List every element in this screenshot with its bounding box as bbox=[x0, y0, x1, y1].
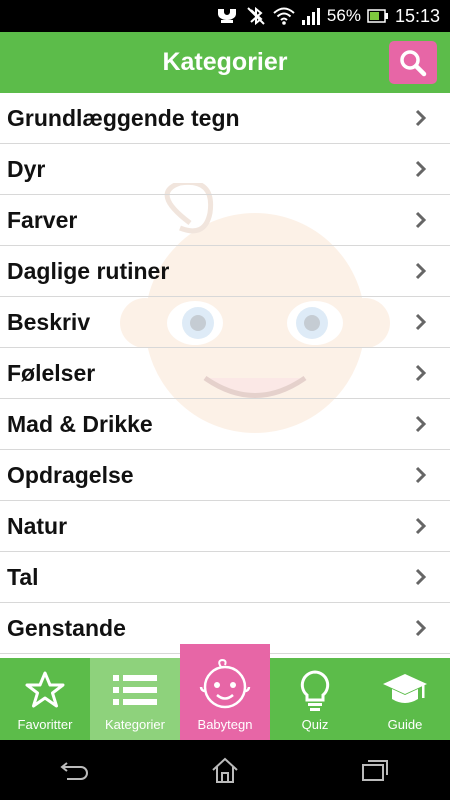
category-list: Grundlæggende tegn Dyr Farver Daglige rutin… bbox=[0, 93, 450, 658]
category-row[interactable]: Grundlæggende tegn bbox=[0, 93, 450, 144]
chevron-right-icon bbox=[415, 313, 427, 331]
lightbulb-icon bbox=[300, 670, 330, 711]
category-row[interactable]: Daglige rutiner bbox=[0, 246, 450, 297]
tab-babytegn[interactable]: Babytegn bbox=[180, 644, 270, 740]
category-label: Genstande bbox=[7, 614, 126, 641]
tab-favoritter[interactable]: Favoritter bbox=[0, 658, 90, 740]
notification-icon bbox=[215, 6, 239, 26]
category-row[interactable]: Tal bbox=[0, 552, 450, 603]
category-label: Natur bbox=[7, 512, 68, 539]
category-row[interactable]: Mad & Drikke bbox=[0, 399, 450, 450]
chevron-right-icon bbox=[415, 364, 427, 382]
tab-label: Quiz bbox=[301, 717, 329, 732]
chevron-right-icon bbox=[415, 619, 427, 637]
battery-icon bbox=[367, 9, 389, 23]
category-label: Grundlæggende tegn bbox=[7, 104, 240, 131]
search-icon bbox=[400, 49, 427, 76]
signal-icon bbox=[301, 7, 321, 25]
battery-percent: 56% bbox=[326, 6, 361, 25]
tab-quiz[interactable]: Quiz bbox=[270, 658, 360, 740]
clock: 15:13 bbox=[394, 5, 440, 26]
chevron-right-icon bbox=[415, 109, 427, 127]
back-button[interactable] bbox=[45, 750, 105, 790]
home-button[interactable] bbox=[195, 750, 255, 790]
recent-apps-button[interactable] bbox=[345, 750, 405, 790]
graduation-cap-icon bbox=[383, 674, 427, 703]
category-label: Dyr bbox=[7, 155, 46, 182]
chevron-right-icon bbox=[415, 160, 427, 178]
chevron-right-icon bbox=[415, 211, 427, 229]
category-row[interactable]: Dyr bbox=[0, 144, 450, 195]
list-icon bbox=[113, 675, 157, 705]
category-label: Tal bbox=[7, 563, 39, 590]
tab-guide[interactable]: Guide bbox=[360, 658, 450, 740]
category-row[interactable]: Beskriv bbox=[0, 297, 450, 348]
category-label: Daglige rutiner bbox=[7, 257, 170, 284]
category-label: Følelser bbox=[7, 359, 96, 386]
recent-apps-icon bbox=[362, 760, 388, 781]
page-title: Kategorier bbox=[162, 48, 288, 76]
chevron-right-icon bbox=[415, 466, 427, 484]
category-row[interactable]: Farver bbox=[0, 195, 450, 246]
category-label: Farver bbox=[7, 206, 78, 233]
category-row[interactable]: Natur bbox=[0, 501, 450, 552]
star-icon bbox=[25, 671, 65, 708]
bluetooth-off-icon bbox=[245, 5, 267, 27]
tab-bar: Favoritter Kategorier Babytegn Quiz Guid… bbox=[0, 644, 450, 740]
category-row[interactable]: Følelser bbox=[0, 348, 450, 399]
search-button[interactable] bbox=[389, 41, 437, 84]
home-icon bbox=[212, 757, 238, 783]
chevron-right-icon bbox=[415, 262, 427, 280]
tab-label: Babytegn bbox=[197, 717, 253, 732]
category-label: Mad & Drikke bbox=[7, 410, 153, 437]
status-bar: 56% 15:13 bbox=[0, 0, 450, 32]
system-nav-bar bbox=[0, 740, 450, 800]
wifi-icon bbox=[273, 7, 295, 25]
tab-label: Kategorier bbox=[105, 717, 165, 732]
tab-label: Guide bbox=[387, 717, 423, 732]
category-label: Beskriv bbox=[7, 308, 91, 335]
chevron-right-icon bbox=[415, 568, 427, 586]
back-icon bbox=[60, 762, 88, 780]
baby-face-icon bbox=[199, 658, 251, 709]
chevron-right-icon bbox=[415, 517, 427, 535]
app-header: Kategorier bbox=[0, 32, 450, 93]
category-row[interactable]: Opdragelse bbox=[0, 450, 450, 501]
chevron-right-icon bbox=[415, 415, 427, 433]
tab-label: Favoritter bbox=[17, 717, 73, 732]
category-label: Opdragelse bbox=[7, 461, 134, 488]
tab-kategorier[interactable]: Kategorier bbox=[90, 658, 180, 740]
